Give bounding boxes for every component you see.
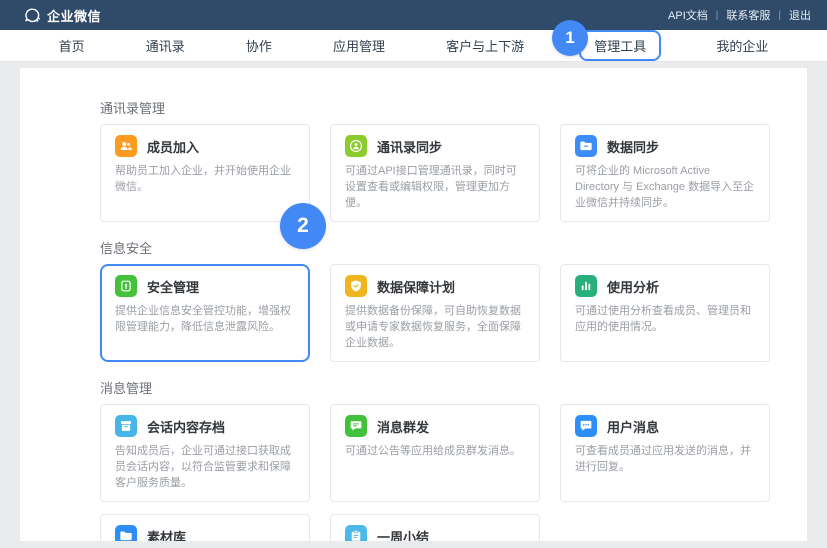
card-desc-contacts-sync: 可通过API接口管理通讯录，同时可设置查看或编辑权限，管理更加方便。 <box>345 163 525 211</box>
folder-sync-icon <box>575 135 597 157</box>
logout-link[interactable]: 退出 <box>789 7 811 23</box>
archive-box-icon <box>115 415 137 437</box>
nav-item-my-company[interactable]: 我的企业 <box>710 32 774 59</box>
card-desc-chat-archive: 告知成员后，企业可通过接口获取成员会话内容，以符合监管要求和保障客户服务质量。 <box>115 443 295 491</box>
chat-bubble-lines-icon <box>345 415 367 437</box>
topbar: 企业微信 API文档 | 联系客服 | 退出 <box>0 0 827 30</box>
annotation-step-1-badge: 1 <box>552 20 588 56</box>
card-grid-message-management: 会话内容存档告知成员后，企业可通过接口获取成员会话内容，以符合监管要求和保障客户… <box>100 404 770 541</box>
card-desc-user-messages: 可查看成员通过应用发送的消息，并进行回复。 <box>575 443 755 475</box>
card-head: 成员加入 <box>115 135 295 157</box>
main-nav: 首页 通讯录 协作 应用管理 客户与上下游 管理工具 我的企业 <box>0 30 827 62</box>
annotation-step-2-badge: 2 <box>280 203 326 249</box>
nav-item-home[interactable]: 首页 <box>53 32 91 59</box>
card-title-material-library: 素材库 <box>147 527 186 542</box>
section-information-security: 信息安全安全管理提供企业信息安全管控功能，增强权限管理能力，降低信息泄露风险。数… <box>100 238 770 362</box>
card-title-user-messages: 用户消息 <box>607 417 659 436</box>
contact-support-link[interactable]: 联系客服 <box>726 7 770 23</box>
card-title-message-broadcast: 消息群发 <box>377 417 429 436</box>
wecom-logo-icon <box>24 7 41 24</box>
card-title-usage-analysis: 使用分析 <box>607 277 659 296</box>
topbar-link-separator: | <box>716 10 719 21</box>
card-material-library[interactable]: 素材库可将重要常用的素材存放在此，方便管理员发送消息。 <box>100 514 310 541</box>
nav-item-apps[interactable]: 应用管理 <box>327 32 391 59</box>
bar-chart-icon <box>575 275 597 297</box>
card-head: 使用分析 <box>575 275 755 297</box>
card-title-contacts-sync: 通讯录同步 <box>377 137 442 156</box>
brand: 企业微信 <box>24 6 101 25</box>
card-head: 消息群发 <box>345 415 525 437</box>
card-desc-data-protection-plan: 提供数据备份保障，可自助恢复数据或申请专家数据恢复服务，全面保障企业数据。 <box>345 303 525 351</box>
section-title-contacts-management: 通讯录管理 <box>100 98 770 114</box>
card-usage-analysis[interactable]: 使用分析可通过使用分析查看成员、管理员和应用的使用情况。 <box>560 264 770 362</box>
content-panel: 通讯录管理成员加入帮助员工加入企业，并开始使用企业微信。通讯录同步可通过API接… <box>20 68 807 541</box>
card-grid-contacts-management: 成员加入帮助员工加入企业，并开始使用企业微信。通讯录同步可通过API接口管理通讯… <box>100 124 770 222</box>
card-security-management[interactable]: 安全管理提供企业信息安全管控功能，增强权限管理能力，降低信息泄露风险。 <box>100 264 310 362</box>
card-title-weekly-summary: 一周小结 <box>377 527 429 542</box>
card-title-data-protection-plan: 数据保障计划 <box>377 277 455 296</box>
section-contacts-management: 通讯录管理成员加入帮助员工加入企业，并开始使用企业微信。通讯录同步可通过API接… <box>100 98 770 222</box>
card-desc-usage-analysis: 可通过使用分析查看成员、管理员和应用的使用情况。 <box>575 303 755 335</box>
card-head: 安全管理 <box>115 275 295 297</box>
card-head: 会话内容存档 <box>115 415 295 437</box>
topbar-link-separator: | <box>778 10 781 21</box>
card-head: 一周小结 <box>345 525 525 541</box>
section-title-information-security: 信息安全 <box>100 238 770 254</box>
section-title-message-management: 消息管理 <box>100 378 770 394</box>
contacts-sync-icon <box>345 135 367 157</box>
card-chat-archive[interactable]: 会话内容存档告知成员后，企业可通过接口获取成员会话内容，以符合监管要求和保障客户… <box>100 404 310 502</box>
card-head: 用户消息 <box>575 415 755 437</box>
section-message-management: 消息管理会话内容存档告知成员后，企业可通过接口获取成员会话内容，以符合监管要求和… <box>100 378 770 541</box>
shield-icon <box>345 275 367 297</box>
card-grid-information-security: 安全管理提供企业信息安全管控功能，增强权限管理能力，降低信息泄露风险。数据保障计… <box>100 264 770 362</box>
clipboard-icon <box>345 525 367 541</box>
card-data-protection-plan[interactable]: 数据保障计划提供数据备份保障，可自助恢复数据或申请专家数据恢复服务，全面保障企业… <box>330 264 540 362</box>
nav-item-customers[interactable]: 客户与上下游 <box>440 32 530 59</box>
card-desc-members-join: 帮助员工加入企业，并开始使用企业微信。 <box>115 163 295 195</box>
card-desc-security-management: 提供企业信息安全管控功能，增强权限管理能力，降低信息泄露风险。 <box>115 303 295 335</box>
card-head: 数据保障计划 <box>345 275 525 297</box>
api-docs-link[interactable]: API文档 <box>668 7 708 23</box>
card-desc-data-sync: 可将企业的 Microsoft Active Directory 与 Excha… <box>575 163 755 211</box>
nav-item-collaboration[interactable]: 协作 <box>240 32 278 59</box>
card-message-broadcast[interactable]: 消息群发可通过公告等应用给成员群发消息。 <box>330 404 540 502</box>
brand-name: 企业微信 <box>47 6 101 25</box>
card-title-security-management: 安全管理 <box>147 277 199 296</box>
card-title-members-join: 成员加入 <box>147 137 199 156</box>
card-head: 素材库 <box>115 525 295 541</box>
topbar-links: API文档 | 联系客服 | 退出 <box>668 7 811 23</box>
card-title-chat-archive: 会话内容存档 <box>147 417 225 436</box>
members-join-icon <box>115 135 137 157</box>
folder-icon <box>115 525 137 541</box>
card-desc-message-broadcast: 可通过公告等应用给成员群发消息。 <box>345 443 525 459</box>
card-members-join[interactable]: 成员加入帮助员工加入企业，并开始使用企业微信。 <box>100 124 310 222</box>
card-head: 通讯录同步 <box>345 135 525 157</box>
security-lock-icon <box>115 275 137 297</box>
card-user-messages[interactable]: 用户消息可查看成员通过应用发送的消息，并进行回复。 <box>560 404 770 502</box>
card-data-sync[interactable]: 数据同步可将企业的 Microsoft Active Directory 与 E… <box>560 124 770 222</box>
card-contacts-sync[interactable]: 通讯录同步可通过API接口管理通讯录，同时可设置查看或编辑权限，管理更加方便。 <box>330 124 540 222</box>
chat-bubble-dots-icon <box>575 415 597 437</box>
nav-item-admin-tools[interactable]: 管理工具 <box>579 30 661 61</box>
card-title-data-sync: 数据同步 <box>607 137 659 156</box>
card-head: 数据同步 <box>575 135 755 157</box>
nav-item-contacts[interactable]: 通讯录 <box>140 32 191 59</box>
card-weekly-summary[interactable]: 一周小结为管理员、管理者、成员汇总的一周小结，总结使用企业微信的情况。 <box>330 514 540 541</box>
